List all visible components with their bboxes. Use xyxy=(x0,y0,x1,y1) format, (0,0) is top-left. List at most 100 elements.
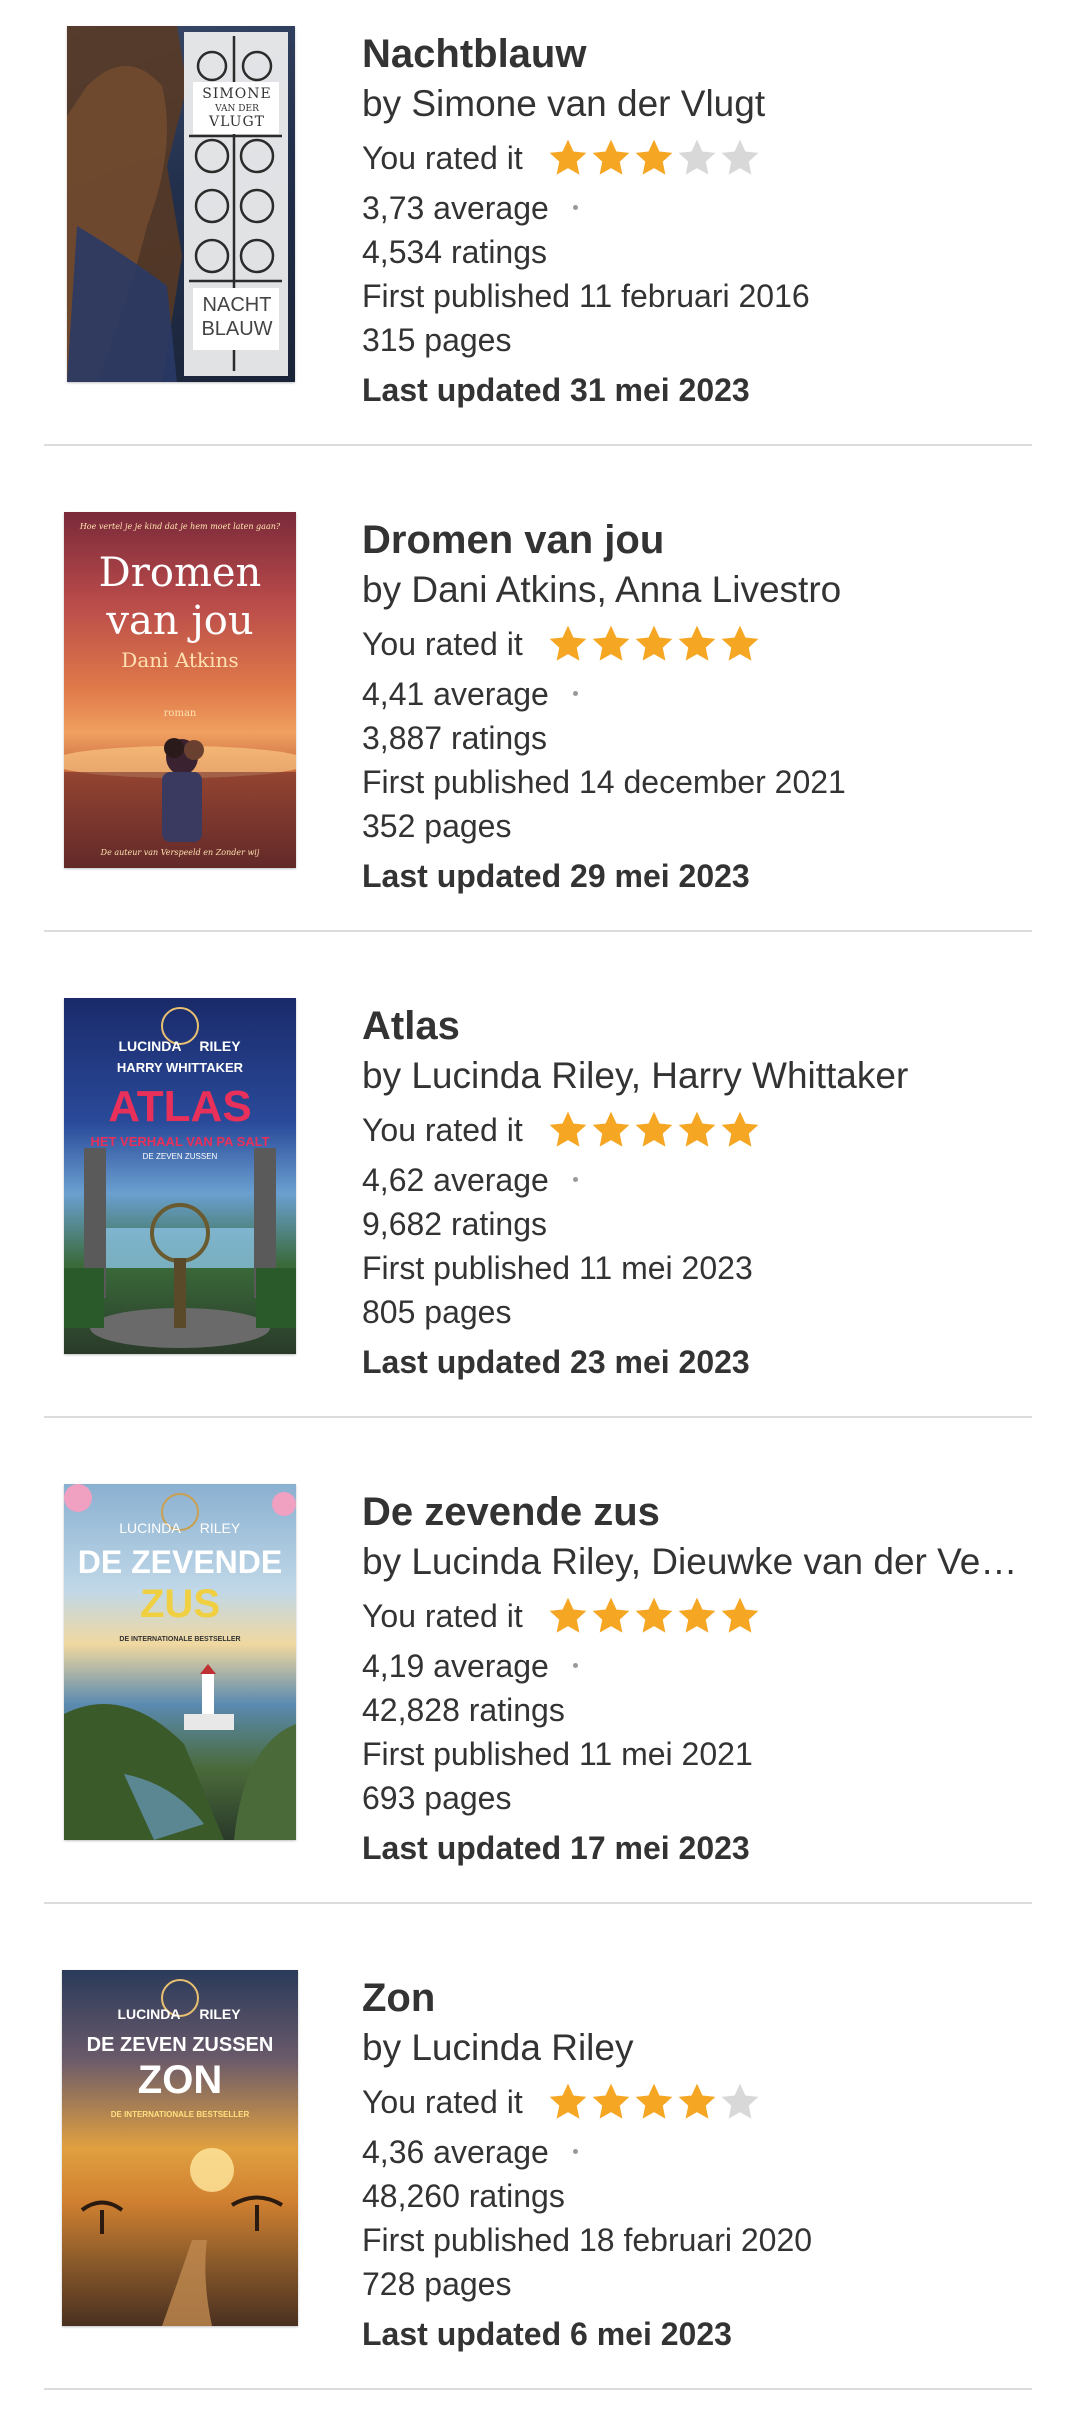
rated-label: You rated it xyxy=(362,625,523,662)
star-filled-icon[interactable] xyxy=(676,2081,718,2123)
star-filled-icon[interactable] xyxy=(547,1595,589,1637)
book-cover-dromen-van-jou[interactable]: Hoe vertel je je kind dat je hem moet la… xyxy=(64,512,296,868)
ratings-count: 9,682 ratings xyxy=(362,1206,548,1242)
book-cover-zon[interactable]: LUCINDA RILEY DE ZEVEN ZUSSEN ZON DE INT… xyxy=(62,1970,298,2326)
book-title[interactable]: De zevende zus xyxy=(362,1488,1032,1536)
cover-title-line-2: van jou xyxy=(106,598,254,644)
book-info: Dromen van jou by Dani Atkins, Anna Live… xyxy=(362,516,1032,898)
star-filled-icon[interactable] xyxy=(590,1109,632,1151)
cover-tagline: DE INTERNATIONALE BESTSELLER xyxy=(110,2110,250,2119)
star-empty-icon[interactable] xyxy=(719,137,761,179)
star-filled-icon[interactable] xyxy=(633,623,675,665)
average-rating: 3,73 average xyxy=(362,186,1032,230)
rated-label: You rated it xyxy=(362,1597,523,1634)
cover-author-line-3: VLUGT xyxy=(209,114,265,130)
book-author[interactable]: by Simone van der Vlugt xyxy=(362,78,1032,130)
cover-author-line-2: VAN DER xyxy=(215,104,259,114)
rated-label: You rated it xyxy=(362,2083,523,2120)
book-item[interactable]: Hoe vertel je je kind dat je hem moet la… xyxy=(0,486,1080,972)
user-rating-row: You rated it xyxy=(362,1102,1032,1158)
last-updated: Last updated 29 mei 2023 xyxy=(362,858,750,894)
star-filled-icon[interactable] xyxy=(547,623,589,665)
star-empty-icon[interactable] xyxy=(719,2081,761,2123)
divider xyxy=(44,930,1032,932)
book-author[interactable]: by Lucinda Riley xyxy=(362,2022,1032,2074)
user-rating-row: You rated it xyxy=(362,616,1032,672)
separator-dot xyxy=(572,205,578,211)
separator-dot xyxy=(572,691,578,697)
cover-subtitle: HET VERHAAL VAN PA SALT xyxy=(90,1134,270,1149)
book-author[interactable]: by Dani Atkins, Anna Livestro xyxy=(362,564,1032,616)
cover-title: ZON xyxy=(137,2058,223,2102)
first-published: First published 14 december 2021 xyxy=(362,764,846,800)
star-filled-icon[interactable] xyxy=(633,1109,675,1151)
rated-label: You rated it xyxy=(362,1111,523,1148)
first-published: First published 18 februari 2020 xyxy=(362,2222,813,2258)
book-title[interactable]: Dromen van jou xyxy=(362,516,1032,564)
book-list: SIMONE VAN DER VLUGT NACHT BLAUW Nachtbl… xyxy=(0,0,1080,2415)
star-rating[interactable] xyxy=(547,2081,762,2123)
user-rating-row: You rated it xyxy=(362,130,1032,186)
star-filled-icon[interactable] xyxy=(676,1109,718,1151)
separator-dot xyxy=(572,2149,578,2155)
star-filled-icon[interactable] xyxy=(633,2081,675,2123)
ratings-count: 48,260 ratings xyxy=(362,2178,565,2214)
last-updated: Last updated 23 mei 2023 xyxy=(362,1344,750,1380)
book-item[interactable]: LUCINDA RILEY DE ZEVENDE ZUS DE INTERNAT… xyxy=(0,1458,1080,1944)
star-filled-icon[interactable] xyxy=(719,1109,761,1151)
divider xyxy=(44,1902,1032,1904)
average-text: 4,62 average xyxy=(362,1162,549,1198)
star-filled-icon[interactable] xyxy=(547,1109,589,1151)
cover-art xyxy=(80,1979,284,2326)
book-item[interactable]: LUCINDA RILEY DE ZEVEN ZUSSEN ZON DE INT… xyxy=(0,1944,1080,2415)
ratings-count: 4,534 ratings xyxy=(362,234,548,270)
book-cover-de-zevende-zus[interactable]: LUCINDA RILEY DE ZEVENDE ZUS DE INTERNAT… xyxy=(64,1484,296,1840)
star-filled-icon[interactable] xyxy=(633,1595,675,1637)
star-rating[interactable] xyxy=(547,137,762,179)
cover-coauthor: HARRY WHITTAKER xyxy=(116,1060,244,1075)
book-info: Atlas by Lucinda Riley, Harry Whittaker … xyxy=(362,1002,1032,1384)
star-filled-icon[interactable] xyxy=(719,1595,761,1637)
divider xyxy=(44,1416,1032,1418)
book-author[interactable]: by Lucinda Riley, Dieuwke van der Ve… xyxy=(362,1536,1032,1588)
book-title[interactable]: Atlas xyxy=(362,1002,1032,1050)
average-rating: 4,36 average xyxy=(362,2130,1032,2174)
cover-art xyxy=(64,1484,296,1840)
book-item[interactable]: SIMONE VAN DER VLUGT NACHT BLAUW Nachtbl… xyxy=(0,0,1080,486)
last-updated: Last updated 17 mei 2023 xyxy=(362,1830,750,1866)
book-cover-atlas[interactable]: LUCINDA RILEY HARRY WHITTAKER ATLAS HET … xyxy=(64,998,296,1354)
first-published: First published 11 mei 2023 xyxy=(362,1250,753,1286)
star-filled-icon[interactable] xyxy=(590,2081,632,2123)
star-filled-icon[interactable] xyxy=(676,1595,718,1637)
star-empty-icon[interactable] xyxy=(676,137,718,179)
star-filled-icon[interactable] xyxy=(676,623,718,665)
cover-title-line-1: Dromen xyxy=(98,550,262,596)
book-cover-nachtblauw[interactable]: SIMONE VAN DER VLUGT NACHT BLAUW xyxy=(67,26,295,382)
cover-title-line-1: NACHT xyxy=(202,294,272,316)
star-filled-icon[interactable] xyxy=(547,137,589,179)
page-count: 693 pages xyxy=(362,1780,512,1816)
book-author[interactable]: by Lucinda Riley, Harry Whittaker xyxy=(362,1050,1032,1102)
book-title[interactable]: Zon xyxy=(362,1974,1032,2022)
star-rating[interactable] xyxy=(547,1109,762,1151)
book-item[interactable]: LUCINDA RILEY HARRY WHITTAKER ATLAS HET … xyxy=(0,972,1080,1458)
star-filled-icon[interactable] xyxy=(719,623,761,665)
user-rating-row: You rated it xyxy=(362,2074,1032,2130)
star-filled-icon[interactable] xyxy=(547,2081,589,2123)
cover-title: ATLAS xyxy=(108,1082,252,1131)
book-title[interactable]: Nachtblauw xyxy=(362,30,1032,78)
star-rating[interactable] xyxy=(547,1595,762,1637)
first-published: First published 11 mei 2021 xyxy=(362,1736,753,1772)
star-filled-icon[interactable] xyxy=(590,137,632,179)
average-rating: 4,62 average xyxy=(362,1158,1032,1202)
star-filled-icon[interactable] xyxy=(590,623,632,665)
cover-author-last: RILEY xyxy=(199,2006,241,2022)
rated-label: You rated it xyxy=(362,139,523,176)
star-filled-icon[interactable] xyxy=(590,1595,632,1637)
star-filled-icon[interactable] xyxy=(633,137,675,179)
star-rating[interactable] xyxy=(547,623,762,665)
average-rating: 4,41 average xyxy=(362,672,1032,716)
cover-author-last: RILEY xyxy=(199,1038,241,1054)
cover-tagline: DE INTERNATIONALE BESTSELLER xyxy=(119,1636,241,1643)
average-rating: 4,19 average xyxy=(362,1644,1032,1688)
